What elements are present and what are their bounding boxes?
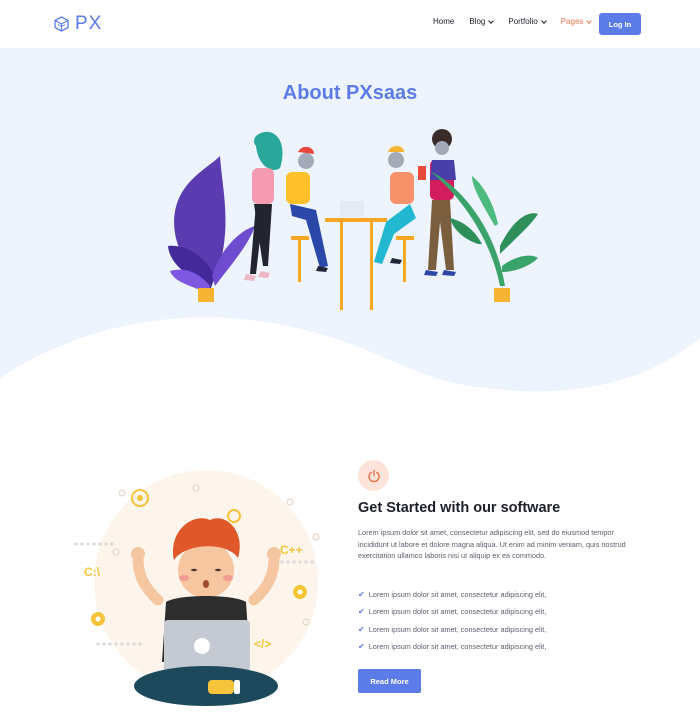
list-item-text: Lorem ipsum dolor sit amet, consectetur … bbox=[368, 624, 547, 634]
code-tag-c: C:\ bbox=[84, 565, 101, 579]
man-tall-illustration bbox=[418, 129, 456, 276]
list-item: ✔ Lorem ipsum dolor sit amet, consectetu… bbox=[358, 586, 546, 603]
man-orange-illustration bbox=[374, 146, 416, 282]
man-yellow-illustration bbox=[286, 146, 328, 282]
list-item: ✔ Lorem ipsum dolor sit amet, consectetu… bbox=[358, 638, 546, 655]
list-item: ✔ Lorem ipsum dolor sit amet, consectetu… bbox=[358, 603, 546, 620]
hero-section: About PXsaas bbox=[0, 48, 700, 398]
nav-pages[interactable]: Pages bbox=[560, 17, 593, 26]
list-item-text: Lorem ipsum dolor sit amet, consectetur … bbox=[368, 642, 547, 652]
feature-description: Lorem ipsum dolor sit amet, consectetur … bbox=[358, 528, 626, 560]
logo-text: PX bbox=[75, 13, 103, 34]
nav-portfolio-label: Portfolio bbox=[508, 17, 538, 26]
power-icon-badge bbox=[358, 460, 389, 491]
feature-list: ✔ Lorem ipsum dolor sit amet, consectetu… bbox=[358, 586, 546, 655]
nav-home[interactable]: Home bbox=[433, 17, 454, 26]
chevron-down-icon bbox=[488, 17, 495, 24]
list-item-text: Lorem ipsum dolor sit amet, consectetur … bbox=[368, 607, 547, 617]
plant-left-illustration bbox=[168, 156, 255, 302]
list-item-text: Lorem ipsum dolor sit amet, consectetur … bbox=[368, 590, 547, 600]
navbar: PX Home Blog Portfolio Pages Log In bbox=[0, 0, 700, 48]
login-button-label: Log In bbox=[608, 19, 632, 29]
login-button[interactable]: Log In bbox=[599, 13, 641, 35]
list-item: ✔ Lorem ipsum dolor sit amet, consectetu… bbox=[358, 621, 546, 638]
check-icon: ✔ bbox=[358, 607, 365, 617]
meditation-illustration: C++ C:\ </> bbox=[74, 470, 320, 706]
nav-portfolio[interactable]: Portfolio bbox=[508, 17, 547, 26]
nav-home-label: Home bbox=[433, 17, 455, 26]
chevron-down-icon bbox=[540, 17, 547, 24]
check-icon: ✔ bbox=[358, 624, 365, 634]
nav-blog[interactable]: Blog bbox=[469, 17, 495, 26]
cube-logo-icon bbox=[54, 16, 69, 32]
check-icon: ✔ bbox=[358, 590, 365, 600]
code-tag-cpp: C++ bbox=[280, 543, 303, 557]
page-title: About PXsaas bbox=[282, 82, 418, 104]
code-tag-html: </> bbox=[254, 637, 271, 651]
chevron-down-icon bbox=[586, 17, 593, 24]
read-more-button[interactable]: Read More bbox=[358, 669, 421, 693]
team-illustration bbox=[168, 129, 538, 310]
read-more-label: Read More bbox=[370, 676, 409, 686]
main-nav: Home Blog Portfolio Pages bbox=[433, 17, 606, 26]
check-icon: ✔ bbox=[358, 642, 365, 652]
power-icon bbox=[367, 469, 380, 482]
woman-illustration bbox=[244, 131, 283, 281]
nav-pages-label: Pages bbox=[560, 17, 584, 26]
nav-blog-label: Blog bbox=[469, 17, 486, 26]
feature-title: Get Started with our software bbox=[358, 500, 561, 516]
logo[interactable]: PX bbox=[54, 13, 102, 35]
